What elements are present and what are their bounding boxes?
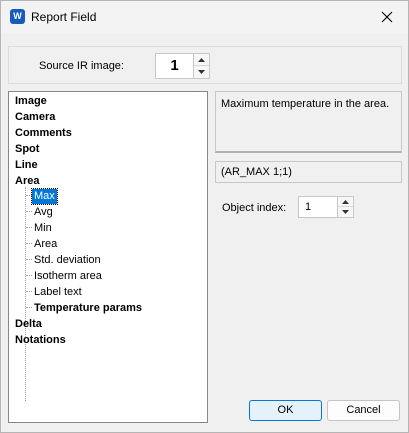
tree-item-std-deviation[interactable]: Std. deviation [34,253,101,268]
tree-connector [25,187,26,401]
tree-connector [26,211,32,212]
tree-item-avg[interactable]: Avg [34,205,53,220]
tree-item-comments[interactable]: Comments [15,126,72,141]
source-image-spin-arrows [193,54,209,78]
tree-connector [26,291,32,292]
source-image-panel: Source IR image: 1 [8,46,402,84]
source-image-label: Source IR image: [39,60,124,72]
tree-item-delta[interactable]: Delta [15,317,42,332]
tree-item-camera[interactable]: Camera [15,110,55,125]
tree-item-spot[interactable]: Spot [15,142,39,157]
object-index-increment-button[interactable] [338,197,353,207]
arrow-up-icon [198,57,205,62]
tree-item-max[interactable]: Max [31,188,58,205]
tree-item-isotherm-area[interactable]: Isotherm area [34,269,102,284]
report-field-dialog: W Report Field Source IR image: 1 Image … [0,0,409,433]
window-title: Report Field [31,10,97,24]
object-index-spin-arrows [337,197,353,217]
source-image-decrement-button[interactable] [194,66,209,78]
object-index-value[interactable]: 1 [305,197,311,217]
object-index-label: Object index: [222,202,287,214]
source-image-increment-button[interactable] [194,54,209,66]
object-index-decrement-button[interactable] [338,207,353,217]
arrow-down-icon [198,70,205,74]
tree-connector [26,243,32,244]
close-icon [381,11,393,23]
field-description: Maximum temperature in the area. [215,91,402,153]
tree-connector [26,259,32,260]
tree-item-line[interactable]: Line [15,158,38,173]
tree-connector [26,307,32,308]
arrow-up-icon [342,199,349,204]
tree-item-label-text[interactable]: Label text [34,285,82,300]
tree-connector [26,275,32,276]
source-image-value[interactable]: 1 [156,54,193,78]
arrow-down-icon [342,210,349,214]
field-formula: (AR_MAX 1;1) [215,161,402,183]
ok-button[interactable]: OK [249,400,322,421]
tree-item-temperature-params[interactable]: Temperature params [34,301,142,316]
source-image-spinner[interactable]: 1 [155,53,210,79]
cancel-button[interactable]: Cancel [327,400,400,421]
tree-item-area[interactable]: Area [15,174,39,189]
object-index-spinner[interactable]: 1 [298,196,354,218]
tree-connector [26,227,32,228]
tree-item-min[interactable]: Min [34,221,52,236]
tree-item-notations[interactable]: Notations [15,333,66,348]
field-tree[interactable]: Image Camera Comments Spot Line Area Max… [8,91,208,423]
tree-item-image[interactable]: Image [15,94,47,109]
word-app-icon: W [10,9,25,24]
close-button[interactable] [372,3,402,31]
tree-item-area-size[interactable]: Area [34,237,57,252]
title-bar: W Report Field [1,1,408,33]
